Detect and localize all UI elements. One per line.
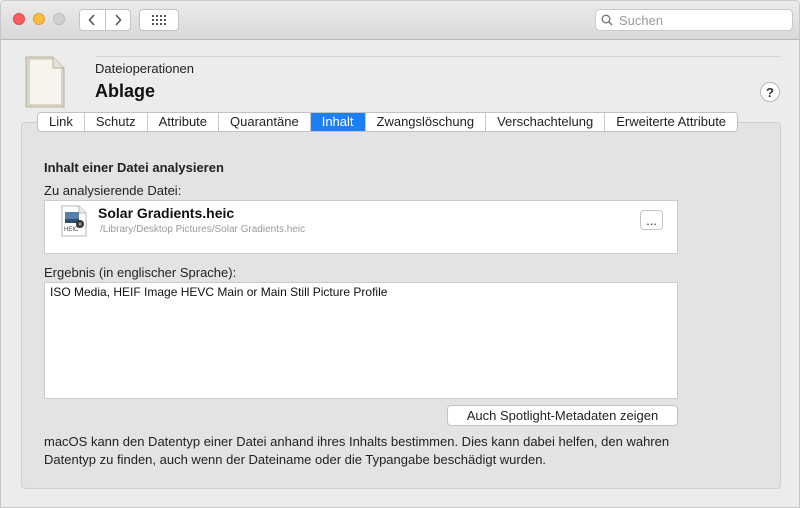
result-text-area[interactable]: ISO Media, HEIF Image HEVC Main or Main … — [44, 282, 678, 399]
file-label: Zu analysierende Datei: — [44, 183, 182, 198]
navigation-group — [79, 9, 131, 31]
description-text: macOS kann den Datentyp einer Datei anha… — [44, 434, 670, 467]
tab-verschachtelung[interactable]: Verschachtelung — [485, 113, 604, 131]
tab-bar: Link Schutz Attribute Quarantäne Inhalt … — [37, 112, 739, 132]
header-divider — [95, 56, 781, 57]
file-name: Solar Gradients.heic — [98, 205, 235, 221]
chevron-left-icon — [88, 14, 95, 26]
window: Dateioperationen Ablage ? Link Schutz At… — [0, 0, 800, 508]
chevron-right-icon — [115, 14, 122, 26]
tab-link[interactable]: Link — [38, 113, 84, 131]
tab-inhalt[interactable]: Inhalt — [309, 113, 365, 131]
document-icon — [25, 56, 65, 108]
search-input[interactable] — [617, 11, 791, 29]
tab-schutz[interactable]: Schutz — [83, 113, 147, 131]
grid-icon — [152, 15, 166, 25]
zoom-button — [53, 13, 65, 25]
file-path: /Library/Desktop Pictures/Solar Gradient… — [100, 224, 306, 235]
close-button[interactable] — [13, 13, 25, 25]
spotlight-metadata-button[interactable]: Auch Spotlight-Metadaten zeigen — [447, 405, 678, 426]
help-button[interactable]: ? — [760, 82, 780, 102]
show-all-button[interactable] — [139, 9, 179, 31]
section-title: Inhalt einer Datei analysieren — [44, 160, 224, 175]
page-subtitle: Dateioperationen — [95, 61, 195, 76]
tab-zwangsloeschung[interactable]: Zwangslöschung — [364, 113, 486, 131]
tab-quarantaene[interactable]: Quarantäne — [218, 113, 310, 131]
result-label: Ergebnis (in englischer Sprache): — [44, 265, 237, 280]
forward-button[interactable] — [104, 10, 131, 30]
search-icon — [601, 14, 613, 26]
tab-attribute[interactable]: Attribute — [146, 113, 218, 131]
file-drop-area[interactable]: HEIC Solar Gradients.heic /Library/Deskt… — [44, 200, 678, 254]
page-title: Ablage — [95, 81, 156, 101]
file-icon-label: HEIC — [64, 227, 79, 233]
tab-erweiterte-attribute[interactable]: Erweiterte Attribute — [604, 113, 737, 131]
back-button[interactable] — [80, 10, 105, 30]
toolbar — [1, 1, 799, 40]
choose-file-button[interactable]: ... — [640, 210, 663, 230]
search-field[interactable] — [595, 9, 793, 31]
minimize-button[interactable] — [33, 13, 45, 25]
